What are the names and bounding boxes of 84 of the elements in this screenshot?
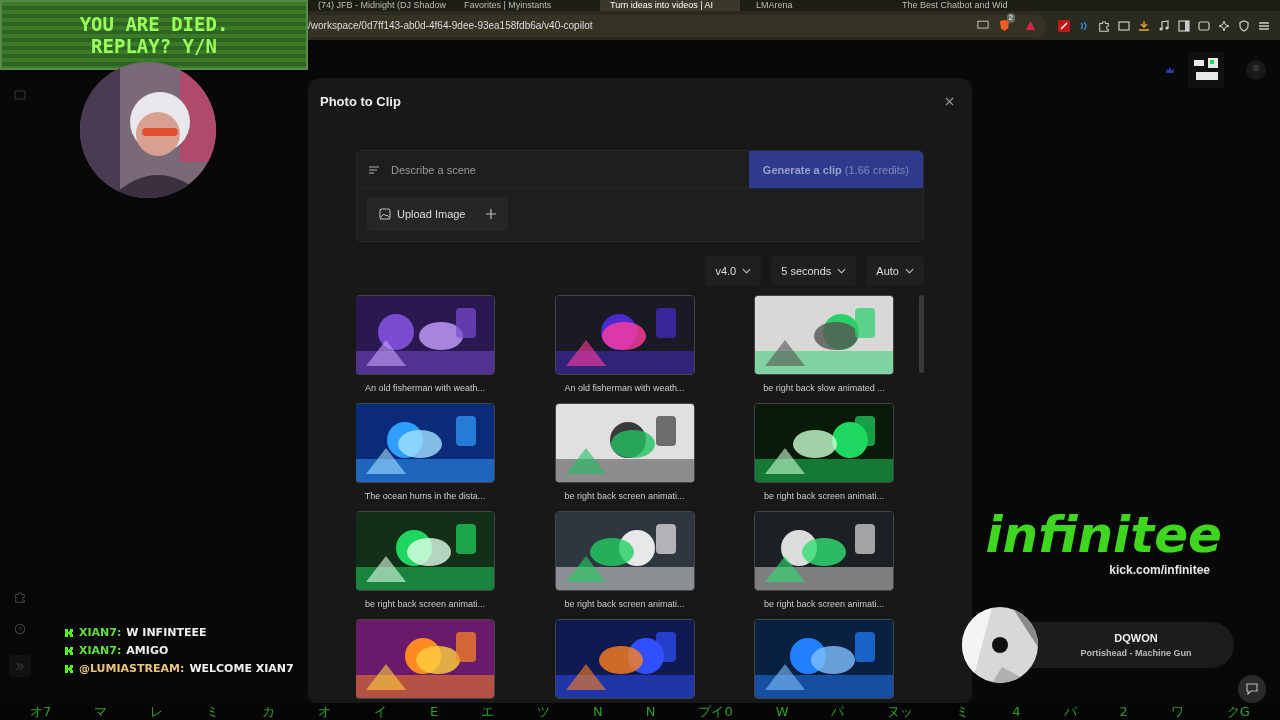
chat-message: W INFINTEEE: [126, 626, 207, 639]
plus-icon: [485, 209, 496, 219]
matrix-glyph: E: [429, 704, 439, 719]
browser-tab[interactable]: Favorites | Myinstants: [454, 0, 594, 11]
chat-message: WELCOME XIAN7: [189, 662, 294, 675]
clip-caption: be right back screen animati...: [364, 599, 486, 609]
matrix-glyph: 4: [1012, 704, 1021, 719]
kick-icon: [64, 663, 74, 674]
count-badge: 2: [1006, 13, 1015, 23]
browser-tab[interactable]: (74) JFB - Midnight (DJ Shadow: [308, 0, 448, 11]
matrix-glyph: N: [593, 704, 603, 719]
matrix-glyph: プイ0: [698, 704, 733, 719]
clip-caption: be right back screen animati...: [564, 599, 685, 609]
dropdown-button[interactable]: v4.0: [705, 256, 762, 286]
matrix-glyph: N: [645, 704, 656, 719]
speech-bubble-icon: [1246, 683, 1258, 695]
text-icon: [369, 165, 379, 174]
matrix-glyph: ワ: [1170, 704, 1184, 719]
matrix-glyph: クG: [1226, 704, 1250, 719]
clip-caption: be right back slow animated ...: [763, 383, 885, 393]
matrix-glyph: レ: [150, 704, 164, 719]
channel-link[interactable]: kick.com/infinitee: [1109, 563, 1210, 577]
artist-name: DQWON: [1114, 632, 1158, 644]
triangle-icon[interactable]: [1025, 20, 1036, 31]
shield-icon[interactable]: [998, 19, 1010, 32]
brand-logo: infinitee: [985, 507, 1222, 563]
upload-image-button[interactable]: Upload Image: [367, 197, 508, 231]
matrix-glyph: パ: [1063, 704, 1077, 719]
signal-icon[interactable]: [1078, 19, 1090, 32]
menu-icon[interactable]: [1258, 19, 1270, 32]
kick-icon: [64, 627, 74, 638]
matrix-glyph: ミ: [956, 704, 970, 719]
dropdown-button[interactable]: 5 seconds: [771, 256, 857, 286]
download-icon[interactable]: [1138, 19, 1150, 32]
clip-caption: An old fisherman with weath...: [364, 383, 486, 393]
matrix-glyph: ヌッ: [887, 704, 914, 719]
clip-caption: be right back screen animati...: [763, 599, 885, 609]
kick-icon: [64, 645, 74, 656]
browser-tab[interactable]: The Best Chatbot and Wid: [892, 0, 1032, 11]
shield-icon[interactable]: [1238, 19, 1250, 32]
logo-drawing: [1188, 52, 1224, 88]
chat-username: XIAN7:: [79, 626, 122, 639]
image-icon: [379, 208, 391, 220]
address-bar[interactable]: /workspace/0d7ff143-ab0d-4f64-9dee-93ea158fdb6a/v40-copilot 2: [308, 14, 1046, 37]
wallet-icon[interactable]: [1198, 19, 1210, 32]
music-icon[interactable]: [1158, 19, 1170, 32]
screenshot-icon[interactable]: [1118, 19, 1130, 32]
dropdown-button[interactable]: Auto: [866, 256, 924, 286]
matrix-glyph: W: [775, 704, 789, 719]
chevrons-icon: [15, 661, 25, 671]
browser-tab[interactable]: Turn ideas into videos | AI: [600, 0, 740, 11]
matrix-glyph: ミ: [206, 704, 220, 719]
matrix-glyph: イ: [374, 704, 387, 719]
clip-caption: be right back screen animati...: [564, 491, 685, 501]
browser-tab[interactable]: LMArena: [746, 0, 886, 11]
chevron-down-icon: [837, 268, 847, 274]
wand-icon[interactable]: [1058, 19, 1070, 32]
track-title: Portishead - Machine Gun: [1080, 648, 1192, 658]
clip-caption: be right back screen animati...: [763, 491, 885, 501]
matrix-glyph: オ: [318, 704, 332, 719]
prompt-field[interactable]: Describe a scene: [389, 162, 749, 177]
banner-text: REPLAY? Y/N: [91, 35, 217, 57]
matrix-glyph: カ: [262, 704, 276, 719]
matrix-glyph: エ: [481, 704, 495, 719]
chat-button[interactable]: [1238, 675, 1266, 703]
dialog-title: Photo to Clip: [320, 93, 401, 109]
chevron-down-icon: [905, 268, 914, 274]
crown-icon: [1166, 67, 1174, 73]
cast-icon[interactable]: [976, 20, 989, 31]
matrix-glyph: オ7: [30, 704, 52, 719]
sparkle-icon[interactable]: [1218, 19, 1230, 32]
chat-message: AMIGO: [126, 644, 169, 657]
clip-caption: The ocean hums in the dista...: [364, 491, 486, 501]
matrix-glyph: パ: [831, 704, 845, 719]
matrix-glyph: ツ: [537, 704, 551, 719]
chat-username: @LUMIASTREAM:: [79, 662, 185, 675]
chat-username: XIAN7:: [79, 644, 122, 657]
chevron-down-icon: [742, 268, 752, 274]
matrix-glyph: マ: [94, 704, 108, 719]
matrix-glyph: 2: [1119, 704, 1128, 719]
banner-text: YOU ARE DIED.: [79, 13, 229, 35]
clip-caption: An old fisherman with weath...: [564, 383, 685, 393]
generate-button[interactable]: Generate a clip (1.66 credits): [748, 151, 923, 188]
close-icon: [945, 96, 954, 106]
